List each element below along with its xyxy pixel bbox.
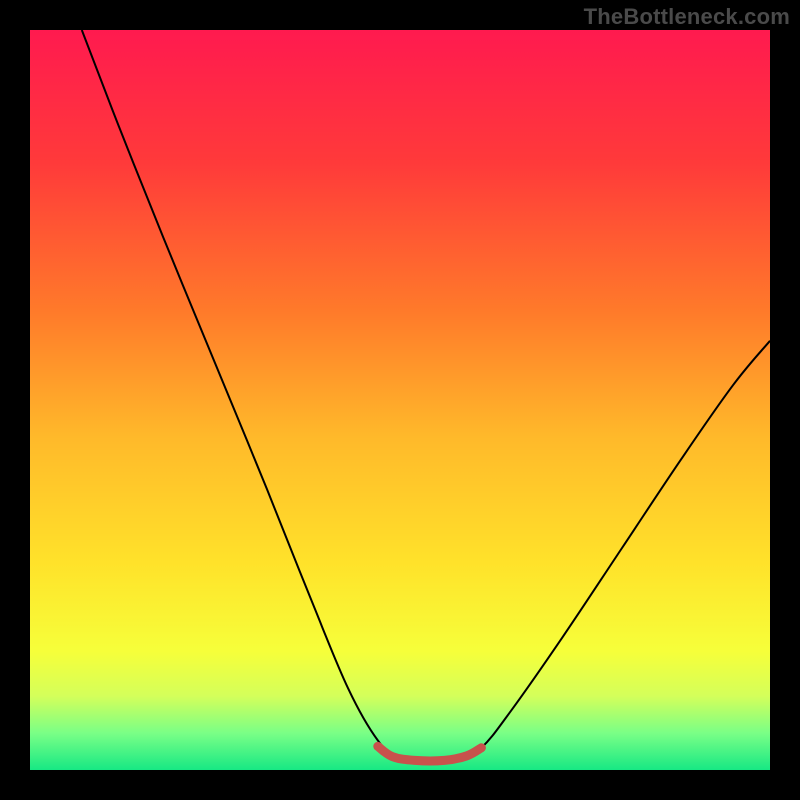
plot-area (30, 30, 770, 770)
chart-frame: TheBottleneck.com (0, 0, 800, 800)
gradient-background (30, 30, 770, 770)
bottleneck-chart (30, 30, 770, 770)
watermark-text: TheBottleneck.com (584, 4, 790, 30)
